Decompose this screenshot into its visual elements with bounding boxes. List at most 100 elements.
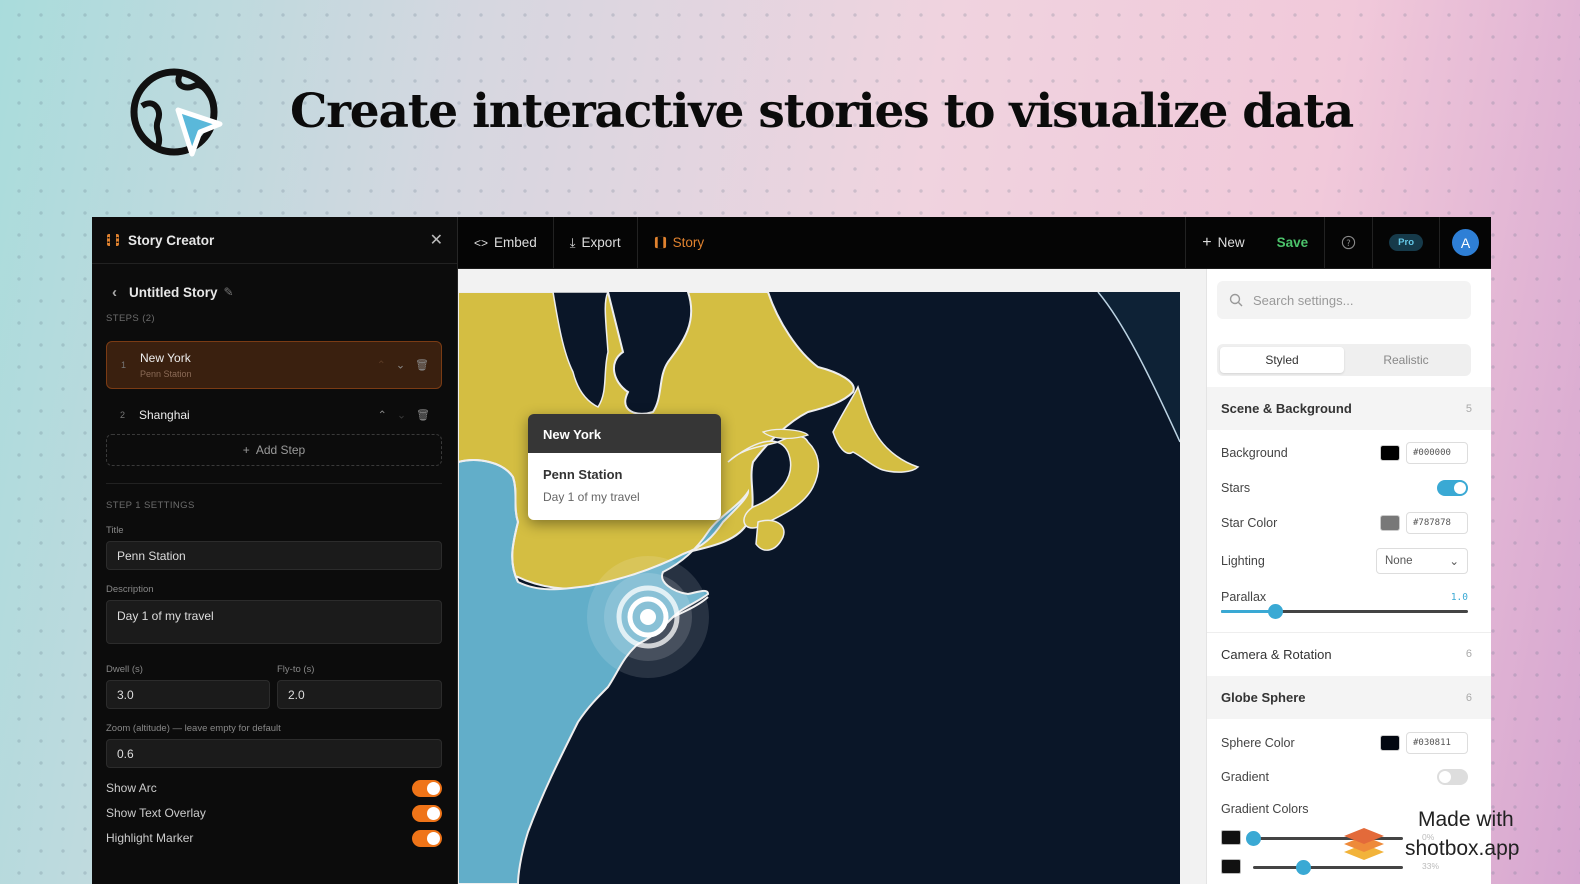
download-icon: ⤓	[569, 234, 576, 250]
step-name: Shanghai	[139, 408, 190, 422]
dwell-input[interactable]: 3.0	[106, 680, 270, 709]
tooltip-title: New York	[528, 414, 721, 453]
background-hex[interactable]: #000000	[1406, 442, 1468, 464]
lighting-row: Lighting None ⌄	[1221, 548, 1468, 574]
story-title-row: ‹ Untitled Story ✎	[92, 264, 457, 320]
lighting-select[interactable]: None ⌄	[1376, 548, 1468, 574]
zoom-label: Zoom (altitude) — leave empty for defaul…	[106, 723, 281, 734]
section-title: Globe Sphere	[1221, 690, 1306, 705]
stars-row: Stars	[1221, 476, 1468, 500]
move-down-icon[interactable]: ⌄	[397, 409, 406, 422]
help-icon[interactable]: ?	[1325, 217, 1374, 268]
export-label: Export	[581, 235, 621, 250]
parallax-slider[interactable]	[1221, 604, 1468, 619]
show-text-overlay-label: Show Text Overlay	[106, 806, 206, 820]
show-arc-row: Show Arc	[106, 778, 442, 798]
step-item-new-york[interactable]: 1 New York Penn Station ⌃ ⌄ 🗑	[106, 341, 442, 389]
watermark-line1: Made with	[1418, 808, 1514, 831]
sphere-color-row: Sphere Color #030811	[1221, 731, 1468, 755]
parallax-row: Parallax 1.0	[1221, 585, 1468, 609]
steps-label: STEPS (2)	[106, 313, 155, 324]
parallax-label: Parallax	[1221, 590, 1267, 604]
story-button[interactable]: Story	[638, 217, 721, 268]
step-item-shanghai[interactable]: 2 Shanghai ⌃ ⌄ 🗑	[106, 397, 442, 433]
mode-realistic[interactable]: Realistic	[1344, 347, 1468, 373]
watermark-line2: shotbox.app	[1405, 837, 1520, 860]
slider-thumb[interactable]	[1268, 604, 1284, 619]
move-up-icon[interactable]: ⌃	[377, 359, 386, 372]
divider	[106, 483, 442, 484]
zoom-input[interactable]: 0.6	[106, 739, 442, 768]
section-globe-sphere[interactable]: Globe Sphere 6	[1207, 676, 1491, 719]
stars-label: Stars	[1221, 481, 1251, 495]
plus-icon: +	[1202, 233, 1212, 251]
step-number: 1	[121, 360, 127, 370]
slider-thumb[interactable]	[1295, 860, 1311, 875]
lighting-label: Lighting	[1221, 554, 1265, 568]
dwell-label: Dwell (s)	[106, 664, 143, 675]
star-color-row: Star Color #787878	[1221, 511, 1468, 535]
trash-icon[interactable]: 🗑	[415, 359, 429, 372]
svg-text:?: ?	[1346, 238, 1350, 248]
globe-canvas-area: New York Penn Station Day 1 of my travel	[458, 269, 1206, 884]
pro-badge[interactable]: Pro	[1389, 234, 1423, 251]
description-textarea[interactable]: Day 1 of my travel	[106, 600, 442, 644]
star-color-hex[interactable]: #787878	[1406, 512, 1468, 534]
step-name: New York	[140, 351, 191, 365]
save-button[interactable]: Save	[1261, 217, 1326, 268]
show-text-overlay-toggle[interactable]	[412, 804, 442, 822]
new-button[interactable]: + New	[1185, 217, 1260, 268]
move-up-icon[interactable]: ⌃	[378, 409, 387, 422]
description-label: Description	[106, 584, 154, 595]
plus-icon: +	[242, 443, 250, 457]
search-icon	[1229, 293, 1243, 307]
step-number: 2	[120, 410, 126, 420]
section-count: 5	[1465, 402, 1472, 415]
gradient-label: Gradient	[1221, 770, 1269, 784]
gradient-colors-label: Gradient Colors	[1221, 802, 1309, 816]
title-label: Title	[106, 525, 124, 536]
title-input[interactable]: Penn Station	[106, 541, 442, 570]
background-swatch[interactable]	[1380, 445, 1400, 461]
gradient-stop-swatch[interactable]	[1221, 859, 1241, 874]
back-icon[interactable]: ‹	[112, 284, 117, 301]
location-tooltip: New York Penn Station Day 1 of my travel	[528, 414, 721, 520]
globe-cursor-icon	[130, 68, 223, 157]
section-camera-rotation[interactable]: Camera & Rotation 6	[1207, 632, 1491, 675]
move-down-icon[interactable]: ⌄	[396, 359, 405, 372]
film-icon	[107, 234, 119, 246]
film-icon	[654, 236, 666, 249]
tooltip-description: Day 1 of my travel	[543, 490, 640, 504]
close-icon[interactable]: ✕	[430, 230, 443, 250]
gradient-toggle[interactable]	[1437, 769, 1468, 785]
export-button[interactable]: ⤓ Export	[554, 217, 638, 268]
gradient-stop-swatch[interactable]	[1221, 830, 1241, 845]
flyto-label: Fly-to (s)	[277, 664, 315, 675]
avatar[interactable]: A	[1452, 229, 1479, 256]
star-color-swatch[interactable]	[1380, 515, 1400, 531]
show-arc-toggle[interactable]	[412, 779, 442, 797]
stars-toggle[interactable]	[1437, 480, 1468, 496]
background-row: Background #000000	[1221, 441, 1468, 465]
globe-view[interactable]: New York Penn Station Day 1 of my travel	[458, 292, 1180, 884]
sphere-color-swatch[interactable]	[1380, 735, 1400, 751]
chevron-down-icon: ⌄	[1449, 556, 1459, 568]
globe-map	[458, 292, 1180, 884]
star-color-label: Star Color	[1221, 516, 1278, 530]
trash-icon[interactable]: 🗑	[416, 409, 430, 422]
embed-button[interactable]: <> Embed	[458, 217, 554, 268]
section-title: Camera & Rotation	[1221, 646, 1332, 662]
slider-thumb[interactable]	[1246, 831, 1261, 846]
section-count: 6	[1465, 691, 1472, 704]
highlight-marker-toggle[interactable]	[412, 829, 442, 847]
add-step-button[interactable]: + Add Step	[106, 434, 442, 466]
settings-search-input[interactable]: Search settings...	[1217, 281, 1471, 319]
sphere-color-hex[interactable]: #030811	[1406, 732, 1468, 754]
mode-styled[interactable]: Styled	[1220, 347, 1344, 373]
flyto-input[interactable]: 2.0	[277, 680, 442, 709]
section-scene-background[interactable]: Scene & Background 5	[1207, 387, 1491, 430]
gradient-row: Gradient	[1221, 765, 1468, 789]
edit-pencil-icon[interactable]: ✎	[224, 285, 234, 299]
panel-title: Story Creator	[128, 232, 215, 248]
style-mode-switch: Styled Realistic	[1217, 344, 1471, 376]
